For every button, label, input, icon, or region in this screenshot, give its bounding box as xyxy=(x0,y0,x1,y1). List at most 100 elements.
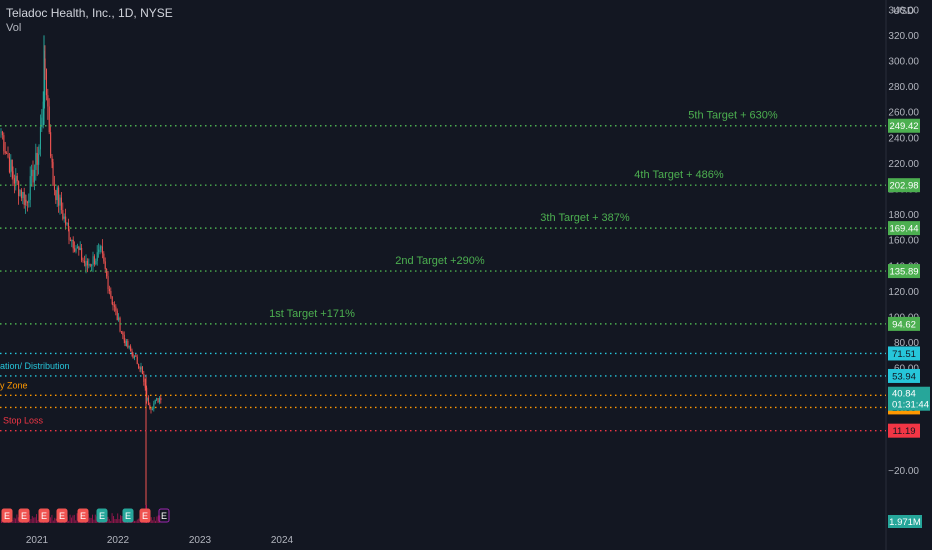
candle-body xyxy=(115,306,117,311)
volume-bar xyxy=(113,516,114,523)
candle-body xyxy=(89,264,91,266)
volume-bar xyxy=(134,520,135,523)
volume-bar xyxy=(117,513,119,523)
volume-bar xyxy=(153,517,155,523)
candle-body xyxy=(138,363,140,369)
candle-body xyxy=(56,187,58,201)
level-price-value: 169.44 xyxy=(889,224,918,235)
volume-bar xyxy=(73,514,75,523)
candle-body xyxy=(60,197,62,211)
volume-bar xyxy=(55,518,57,523)
candle-body xyxy=(25,199,27,203)
candle-body xyxy=(38,154,40,165)
level-label: y Zone xyxy=(0,380,28,390)
volume-bar xyxy=(107,516,109,523)
candle-body xyxy=(12,171,14,179)
candle-body xyxy=(104,261,106,269)
candle-body xyxy=(53,185,55,191)
volume-bar xyxy=(30,518,32,523)
price-tick-label: 280.00 xyxy=(888,82,919,93)
candle-body xyxy=(99,246,101,250)
candle-body xyxy=(39,126,41,150)
candles xyxy=(0,35,162,505)
candle-body xyxy=(1,131,3,136)
candle-body xyxy=(0,131,2,133)
candle-body xyxy=(110,291,112,297)
volume-bar xyxy=(13,517,15,523)
earnings-marker-label: E xyxy=(161,511,167,521)
candle-body xyxy=(3,135,5,152)
candle-body xyxy=(68,229,70,240)
volume-bar xyxy=(152,520,154,523)
candle-body xyxy=(79,247,81,250)
earnings-marker-label: E xyxy=(21,511,27,521)
price-tick-label: 180.00 xyxy=(888,210,919,221)
price-tick-label: 220.00 xyxy=(888,159,919,170)
candle-body xyxy=(157,398,159,403)
candle-body xyxy=(19,190,21,196)
volume-bar xyxy=(115,519,117,523)
candle-body xyxy=(146,397,148,401)
earnings-marker-label: E xyxy=(125,511,131,521)
candle-body xyxy=(153,403,155,409)
candle-body xyxy=(130,346,132,351)
volume-bar xyxy=(94,514,96,523)
volume-bar xyxy=(33,517,35,523)
candle-body xyxy=(58,187,60,206)
volume-bar xyxy=(51,514,53,523)
candle-body xyxy=(78,246,80,250)
candle-body xyxy=(13,178,15,184)
volume-bar xyxy=(136,519,138,523)
candle-body xyxy=(132,354,134,359)
candle-body xyxy=(83,261,85,263)
candle-body xyxy=(133,355,135,359)
candle-body xyxy=(28,199,30,203)
candle-body xyxy=(131,350,133,355)
candle-body xyxy=(158,398,160,403)
volume-bar xyxy=(50,517,51,523)
candle-body xyxy=(95,260,97,265)
candle-body xyxy=(147,397,149,405)
candle-body xyxy=(127,340,129,348)
volume-bar xyxy=(156,516,158,523)
candle-body xyxy=(96,252,98,261)
candle-body xyxy=(81,247,83,261)
price-tick-label: 160.00 xyxy=(888,236,919,247)
candle-body xyxy=(15,175,17,184)
chart-canvas[interactable]: 340.00 320.00 300.00 280.00 260.00 240.00 220.… xyxy=(0,0,932,550)
candle-body xyxy=(72,239,74,249)
volume-bar xyxy=(52,520,54,523)
candle-body xyxy=(140,366,142,370)
candle-body xyxy=(86,260,88,266)
candle-body xyxy=(32,169,34,183)
candle-body xyxy=(88,264,90,266)
price-tick-label: 260.00 xyxy=(888,108,919,119)
candle-body xyxy=(151,408,153,410)
candle-body xyxy=(59,197,61,206)
level-label: 1st Target +171% xyxy=(269,308,355,320)
candle-body xyxy=(20,190,22,199)
candle-body xyxy=(135,355,137,357)
current-price-value: 40.84 xyxy=(892,389,916,400)
volume-bar xyxy=(37,520,39,523)
volume-bar xyxy=(90,517,92,523)
candle-body xyxy=(118,317,120,321)
candle-body xyxy=(107,276,109,290)
level-label: 5th Target + 630% xyxy=(688,110,778,122)
time-tick-label: 2021 xyxy=(26,535,49,546)
volume-bar xyxy=(120,515,121,523)
candle-body xyxy=(23,192,25,206)
volume-bar xyxy=(108,519,110,523)
volume-bar xyxy=(76,513,78,523)
candle-body xyxy=(125,340,127,346)
volume-value: 1.971M xyxy=(889,517,921,528)
volume-bars: EEEEEEEEE xyxy=(1,505,170,523)
candle-body xyxy=(136,356,138,364)
candle-body xyxy=(55,190,57,201)
candle-body xyxy=(76,246,78,249)
volume-bar xyxy=(54,517,56,523)
candle-body xyxy=(66,222,68,225)
price-tick-label: 120.00 xyxy=(888,287,919,298)
volume-bar xyxy=(34,517,36,523)
candle-body xyxy=(113,305,115,307)
